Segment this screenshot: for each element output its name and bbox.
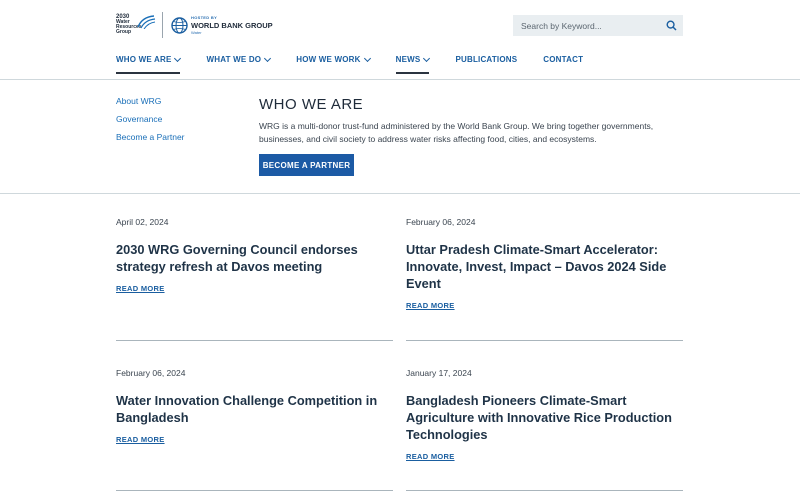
chevron-down-icon [174, 54, 182, 63]
sidebar-item-governance[interactable]: Governance [116, 114, 185, 124]
nav-label: HOW WE WORK [296, 55, 361, 64]
news-date: April 02, 2024 [116, 217, 169, 227]
search-input[interactable] [521, 20, 661, 31]
main-nav: WHO WE ARE WHAT WE DO HOW WE WORK NEWS P… [116, 54, 609, 74]
news-title[interactable]: Uttar Pradesh Climate-Smart Accelerator:… [406, 241, 683, 292]
chevron-down-icon [363, 54, 371, 63]
search-box [513, 15, 683, 36]
card-divider [406, 340, 683, 341]
chevron-down-icon [423, 54, 431, 63]
wbg-sub: Water [191, 29, 202, 35]
globe-icon [171, 16, 188, 34]
news-title[interactable]: Bangladesh Pioneers Climate-Smart Agricu… [406, 392, 683, 443]
card-divider [116, 340, 393, 341]
news-date: February 06, 2024 [116, 368, 186, 378]
nav-contact[interactable]: CONTACT [543, 55, 583, 74]
site-header: 2030 Water Resources Group HOSTED BY WOR… [0, 0, 800, 80]
sidebar-links: About WRG Governance Become a Partner [116, 96, 185, 150]
read-more-link[interactable]: READ MORE [116, 284, 165, 293]
nav-label: CONTACT [543, 55, 584, 64]
chevron-down-icon [264, 54, 272, 63]
nav-label: WHO WE ARE [116, 55, 172, 64]
wrg-logo[interactable]: 2030 Water Resources Group [116, 14, 156, 35]
news-title[interactable]: 2030 WRG Governing Council endorses stra… [116, 241, 393, 275]
nav-label: WHAT WE DO [206, 55, 262, 64]
card-divider [406, 490, 683, 491]
nav-label: PUBLICATIONS [455, 55, 518, 64]
card-divider [116, 490, 393, 491]
read-more-link[interactable]: READ MORE [116, 435, 165, 444]
nav-what-we-do[interactable]: WHAT WE DO [206, 54, 272, 74]
intro-section: WHO WE ARE WRG is a multi-donor trust-fu… [259, 96, 683, 176]
read-more-link[interactable]: READ MORE [406, 452, 455, 461]
sidebar-item-about-wrg[interactable]: About WRG [116, 96, 185, 106]
news-title[interactable]: Water Innovation Challenge Competition i… [116, 392, 393, 426]
become-partner-button[interactable]: BECOME A PARTNER [259, 154, 354, 176]
section-divider [0, 193, 800, 194]
read-more-link[interactable]: READ MORE [406, 301, 455, 310]
logo-divider [162, 12, 163, 38]
nav-label: NEWS [395, 55, 421, 64]
nav-who-we-are[interactable]: WHO WE ARE [116, 54, 182, 74]
wbg-name: WORLD BANK GROUP [191, 20, 273, 30]
page-title: WHO WE ARE [259, 96, 364, 113]
news-card: April 02, 2024 2030 WRG Governing Counci… [116, 217, 393, 296]
intro-text: WRG is a multi-donor trust-fund administ… [259, 121, 654, 144]
search-icon[interactable] [666, 20, 677, 31]
wrg-wave-icon [137, 15, 156, 29]
nav-news[interactable]: NEWS [395, 54, 431, 74]
nav-how-we-work[interactable]: HOW WE WORK [296, 54, 371, 74]
world-bank-logo-text: HOSTED BY WORLD BANK GROUP Water [191, 15, 273, 36]
news-card: January 17, 2024 Bangladesh Pioneers Cli… [406, 368, 683, 464]
news-date: January 17, 2024 [406, 368, 472, 378]
world-bank-logo[interactable]: HOSTED BY WORLD BANK GROUP Water [171, 15, 273, 36]
news-date: February 06, 2024 [406, 217, 476, 227]
news-card: February 06, 2024 Uttar Pradesh Climate-… [406, 217, 683, 313]
sidebar-item-become-partner[interactable]: Become a Partner [116, 132, 185, 142]
news-card: February 06, 2024 Water Innovation Chall… [116, 368, 393, 447]
logo-area[interactable]: 2030 Water Resources Group HOSTED BY WOR… [116, 10, 273, 40]
wrg-logo-line3: Group [116, 29, 131, 35]
nav-publications[interactable]: PUBLICATIONS [455, 55, 517, 74]
